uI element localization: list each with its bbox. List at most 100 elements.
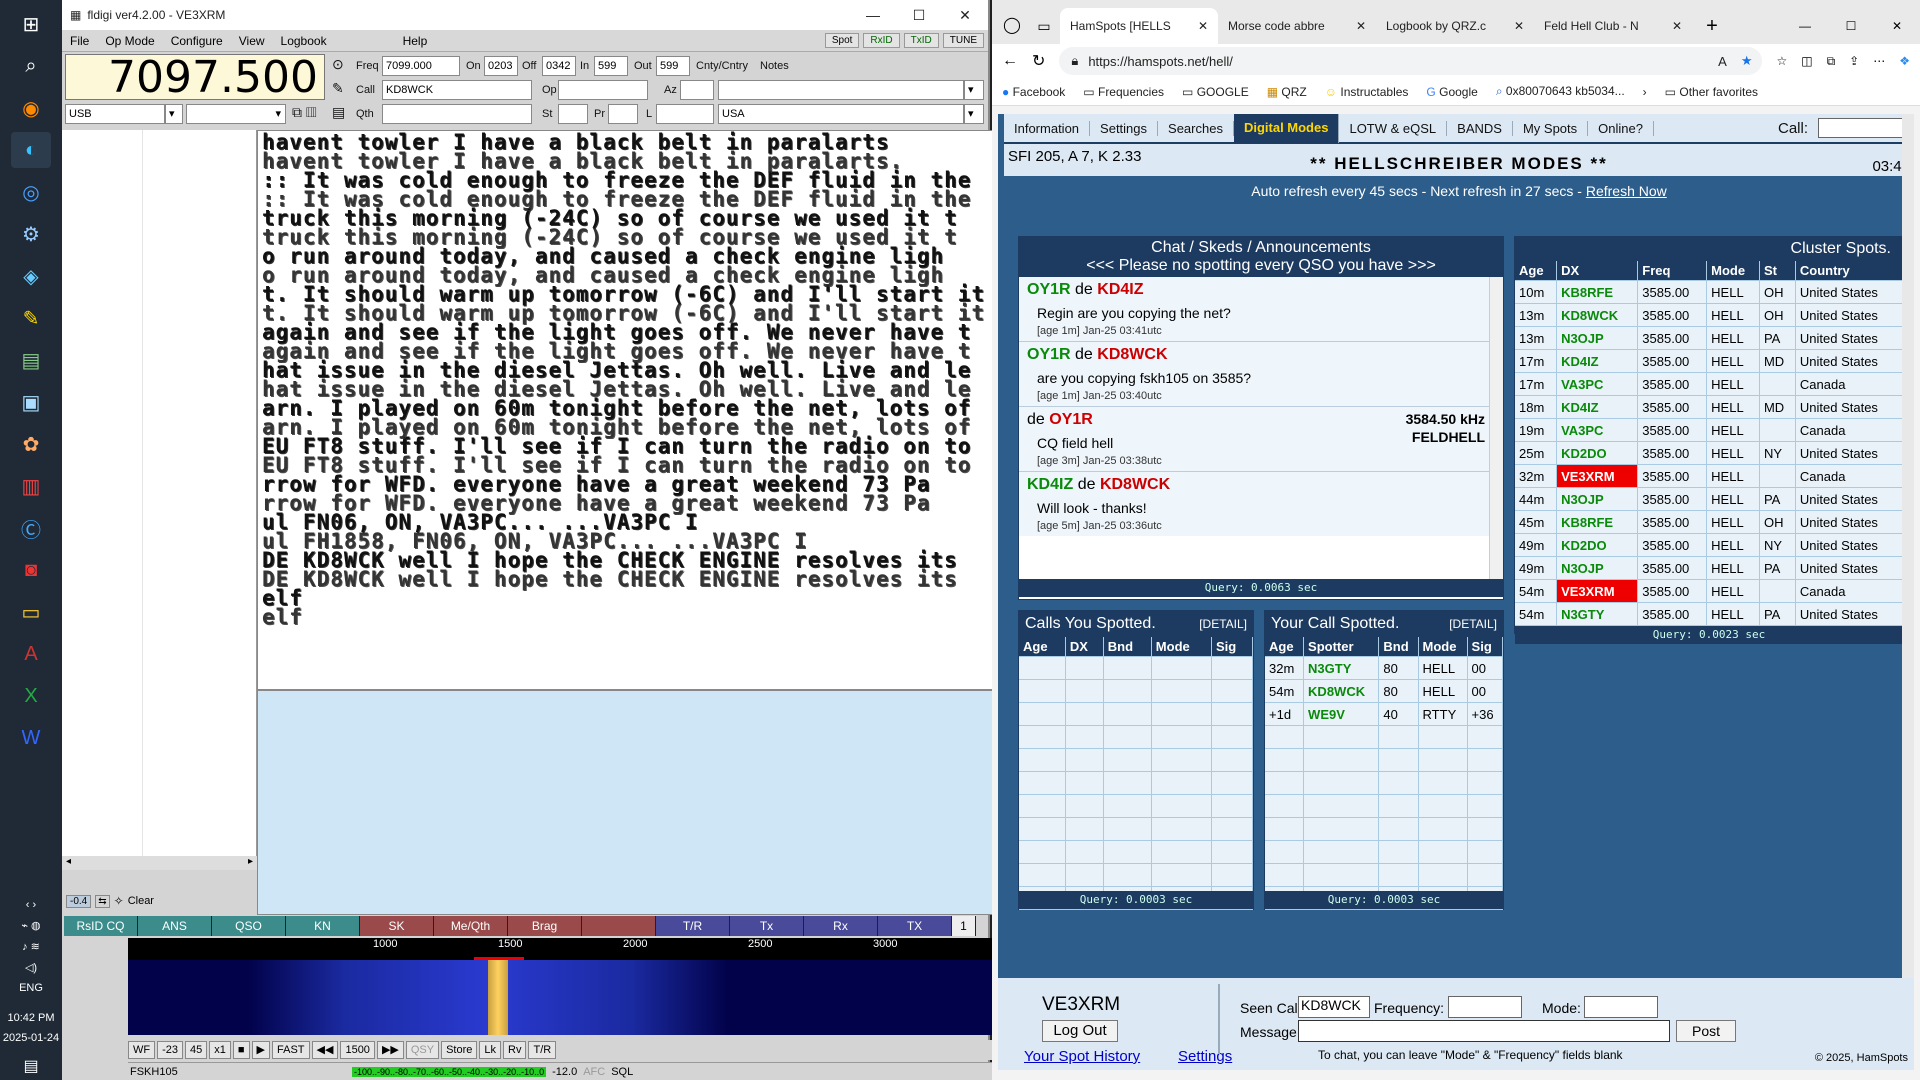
access-icon[interactable]: A: [11, 636, 51, 672]
windows-start-icon[interactable]: ⊞: [11, 6, 51, 42]
favorites-icon[interactable]: ☆: [1776, 54, 1787, 68]
scroll-right-icon[interactable]: ▸: [248, 856, 253, 870]
rst-out-field[interactable]: 599: [656, 56, 690, 76]
qsy-button[interactable]: QSY: [405, 1041, 440, 1059]
refresh-icon[interactable]: ↻: [1032, 51, 1045, 71]
read-aloud-icon[interactable]: A: [1718, 54, 1727, 69]
store-button[interactable]: Store: [441, 1041, 478, 1059]
table-cell[interactable]: VE3XRM: [1556, 579, 1639, 603]
waterfall[interactable]: [128, 960, 1022, 1035]
az-field[interactable]: [680, 80, 714, 100]
msg-from[interactable]: OY1R: [1027, 281, 1071, 298]
macro-qso[interactable]: QSO: [212, 916, 286, 936]
ffwd-icon[interactable]: ▶▶: [376, 1041, 404, 1059]
split-screen-icon[interactable]: ◫: [1801, 54, 1812, 68]
nav-lotw-eqsl[interactable]: LOTW & eQSL: [1339, 120, 1448, 136]
nav-information[interactable]: Information: [1004, 120, 1091, 136]
logout-button[interactable]: Log Out: [1042, 1020, 1118, 1042]
wf-speed[interactable]: FAST: [272, 1041, 310, 1059]
acrobat-icon[interactable]: ◙: [11, 552, 51, 588]
carrier-freq[interactable]: 1500: [340, 1041, 375, 1059]
reverse-button[interactable]: Rv: [503, 1041, 527, 1059]
clear-icon[interactable]: ▤: [332, 104, 345, 121]
macro-tx[interactable]: Tx: [730, 916, 804, 936]
rig-icons[interactable]: ⧉ ▥: [292, 104, 317, 121]
nav-my-spots[interactable]: My Spots: [1513, 120, 1589, 136]
menu-file[interactable]: File: [62, 34, 97, 48]
nav-settings[interactable]: Settings: [1090, 120, 1159, 136]
table-cell[interactable]: N3OJP: [1556, 326, 1639, 350]
post-button[interactable]: Post: [1676, 1020, 1736, 1042]
chat-scrollbar[interactable]: [1489, 277, 1503, 579]
tune-button[interactable]: TUNE: [942, 33, 984, 48]
frequency-display[interactable]: 7097.500: [65, 54, 325, 101]
clock-time[interactable]: 10:42 PM: [0, 998, 62, 1028]
macro-rx[interactable]: Rx: [804, 916, 878, 936]
macro-ans[interactable]: ANS: [138, 916, 212, 936]
message-input[interactable]: [1298, 1020, 1670, 1042]
notification-icon[interactable]: ▤: [0, 1048, 62, 1080]
refresh-now-link[interactable]: Refresh Now: [1586, 183, 1667, 199]
nav-online[interactable]: Online?: [1588, 120, 1654, 136]
rst-in-field[interactable]: 599: [594, 56, 628, 76]
spot-history-link[interactable]: Your Spot History: [1024, 1048, 1140, 1065]
call-field[interactable]: KD8WCK: [382, 80, 532, 100]
log-icon[interactable]: ✎: [332, 80, 344, 97]
table-cell[interactable]: KD2DO: [1556, 441, 1639, 465]
table-cell[interactable]: KD2DO: [1556, 533, 1639, 557]
minimize-icon[interactable]: —: [850, 7, 896, 24]
bandwidth-select[interactable]: ▾: [186, 104, 286, 124]
macro-kn[interactable]: KN: [286, 916, 360, 936]
fav-google-folder[interactable]: ▭ GOOGLE: [1182, 85, 1249, 99]
nav-digital-modes[interactable]: Digital Modes: [1233, 114, 1340, 143]
play-icon[interactable]: ▶: [251, 1041, 271, 1059]
wf-mode-button[interactable]: WF: [128, 1041, 156, 1059]
country-field[interactable]: USA: [718, 104, 964, 124]
footer-settings-link[interactable]: Settings: [1178, 1048, 1232, 1065]
freq-field[interactable]: 7099.000: [382, 56, 460, 76]
seen-call-input[interactable]: KD8WCK: [1298, 996, 1370, 1018]
table-cell[interactable]: N3GTY: [1303, 656, 1380, 680]
fav-facebook[interactable]: ● Facebook: [1002, 85, 1065, 99]
notepad-icon[interactable]: ▤: [11, 342, 51, 378]
clear-button[interactable]: Clear: [128, 895, 154, 907]
wf-zoom[interactable]: x1: [209, 1041, 231, 1059]
table-cell[interactable]: VA3PC: [1556, 372, 1639, 396]
favorite-star-icon[interactable]: ★: [1741, 53, 1753, 69]
terminal-icon[interactable]: ▣: [11, 384, 51, 420]
wf-range[interactable]: 45: [185, 1041, 208, 1059]
firefox-icon[interactable]: ◉: [11, 90, 51, 126]
tab-morse[interactable]: Morse code abbre ✕: [1218, 8, 1376, 44]
op-field[interactable]: [558, 80, 648, 100]
fav-google[interactable]: G Google: [1426, 85, 1477, 99]
sql-button[interactable]: SQL: [611, 1066, 633, 1078]
share-icon[interactable]: ⇪: [1849, 54, 1859, 68]
copilot-icon[interactable]: ❖: [1899, 54, 1910, 68]
cnty-dropdown[interactable]: ▾: [964, 80, 984, 100]
fav-instructables[interactable]: ☺ Instructables: [1325, 85, 1409, 99]
c-app-icon[interactable]: Ⓒ: [11, 510, 51, 546]
macro-tx2[interactable]: TX: [878, 916, 952, 936]
afc-button[interactable]: AFC: [583, 1066, 605, 1078]
table-cell[interactable]: N3GTY: [1556, 602, 1639, 626]
tr-button[interactable]: T/R: [528, 1041, 557, 1059]
split-icon[interactable]: ⇆: [95, 894, 110, 908]
url-field[interactable]: 🔒︎ https://hamspots.net/hell/ A ★: [1059, 47, 1763, 75]
more-icon[interactable]: ⋯: [1873, 54, 1885, 68]
rxid-button[interactable]: RxID: [863, 33, 900, 48]
wf-ref-level[interactable]: -23: [157, 1041, 184, 1059]
clock-date[interactable]: 2025-01-24: [0, 1028, 62, 1048]
tx-text-panel[interactable]: [257, 690, 1054, 915]
locator-field[interactable]: [656, 104, 714, 124]
cnty-field[interactable]: [718, 80, 964, 100]
back-icon[interactable]: ←: [1002, 52, 1018, 70]
menu-logbook[interactable]: Logbook: [273, 34, 335, 48]
table-cell[interactable]: KD4IZ: [1556, 349, 1639, 373]
close-icon[interactable]: ✕: [942, 7, 988, 24]
table-cell[interactable]: VA3PC: [1556, 418, 1639, 442]
frequency-input[interactable]: [1448, 996, 1522, 1018]
macro-sk[interactable]: SK: [360, 916, 434, 936]
maximize-icon[interactable]: ☐: [1828, 8, 1874, 44]
thunderbird-icon[interactable]: ◎: [11, 174, 51, 210]
nav-bands[interactable]: BANDS: [1447, 120, 1513, 136]
